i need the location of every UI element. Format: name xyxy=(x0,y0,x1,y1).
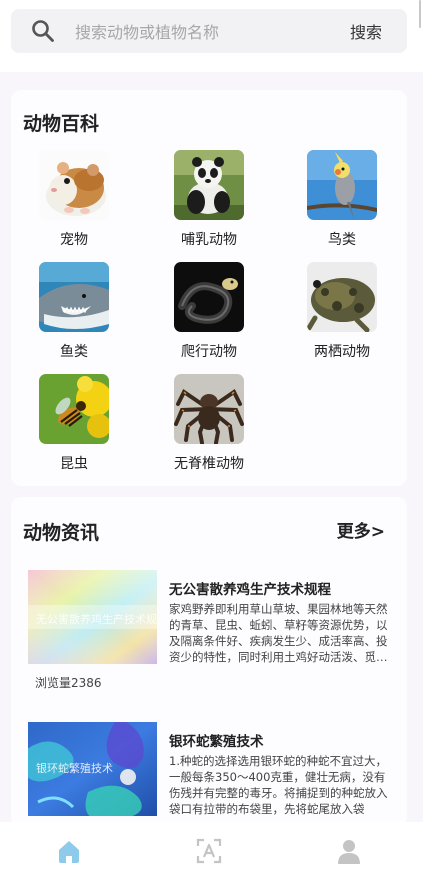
category-label: 鸟类 xyxy=(328,232,356,248)
news-item[interactable]: 银环蛇繁殖技术 银环蛇繁殖技术 1.种蛇的选择选用银环蛇的种蛇不宜过大，一般每条… xyxy=(28,722,398,827)
search-button[interactable]: 搜索 xyxy=(350,19,382,43)
toad-photo xyxy=(307,262,377,332)
animal-encyclopedia-card: 动物百科 宠物 哺乳动物 鸟类 鱼类 爬行动物 两栖动物 昆虫 无脊椎动物 xyxy=(11,90,407,486)
section-title: 动物资讯 xyxy=(23,522,100,544)
cockatiel-photo xyxy=(307,150,377,220)
news-thumbnail: 银环蛇繁殖技术 xyxy=(28,722,157,816)
news-title: 银环蛇繁殖技术 xyxy=(169,734,264,750)
news-view-count: 浏览量2386 xyxy=(35,676,102,690)
category-reptiles[interactable]: 爬行动物 xyxy=(154,262,264,361)
category-pets[interactable]: 宠物 xyxy=(19,150,129,249)
home-icon xyxy=(56,838,82,864)
news-item[interactable]: 无公害散养鸡生产技术规程 浏览量2386 无公害散养鸡生产技术规程 家鸡野养即利… xyxy=(28,570,398,692)
animal-news-card: 动物资讯 更多> 无公害散养鸡生产技术规程 浏览量2386 无公害散养鸡生产技术… xyxy=(11,497,407,827)
shark-photo xyxy=(39,262,109,332)
news-thumbnail-caption: 无公害散养鸡生产技术规程 xyxy=(36,613,157,626)
category-label: 无脊椎动物 xyxy=(174,456,244,472)
category-label: 鱼类 xyxy=(60,344,88,360)
tab-home[interactable] xyxy=(56,838,82,864)
hamster-photo xyxy=(39,150,109,220)
tarantula-photo xyxy=(174,374,244,444)
scroll-indicator xyxy=(419,0,421,28)
category-fish[interactable]: 鱼类 xyxy=(19,262,129,361)
category-label: 哺乳动物 xyxy=(181,232,237,248)
category-label: 爬行动物 xyxy=(181,344,237,360)
bottom-tab-bar xyxy=(0,822,423,870)
scan-icon xyxy=(196,838,222,864)
category-invertebrates[interactable]: 无脊椎动物 xyxy=(154,374,264,473)
tab-scan[interactable] xyxy=(196,838,222,864)
search-input[interactable]: 搜索动物或植物名称 xyxy=(75,19,350,43)
bee-photo xyxy=(39,374,109,444)
category-label: 昆虫 xyxy=(60,456,88,472)
category-label: 宠物 xyxy=(60,232,88,248)
section-title: 动物百科 xyxy=(23,113,100,135)
category-amphibians[interactable]: 两栖动物 xyxy=(287,262,397,361)
category-mammals[interactable]: 哺乳动物 xyxy=(154,150,264,249)
user-icon xyxy=(336,838,362,864)
news-excerpt: 1.种蛇的选择选用银环蛇的种蛇不宜过大，一般每条350～400克重，健壮无病，没… xyxy=(169,754,388,816)
top-area: 搜索动物或植物名称 搜索 xyxy=(0,0,423,72)
snake-photo xyxy=(174,262,244,332)
panda-photo xyxy=(174,150,244,220)
news-thumbnail-caption: 银环蛇繁殖技术 xyxy=(36,762,113,775)
news-title: 无公害散养鸡生产技术规程 xyxy=(169,582,331,598)
tab-profile[interactable] xyxy=(336,838,362,864)
category-birds[interactable]: 鸟类 xyxy=(287,150,397,249)
category-label: 两栖动物 xyxy=(314,344,370,360)
more-link[interactable]: 更多> xyxy=(337,517,385,542)
search-icon xyxy=(30,18,56,44)
news-excerpt: 家鸡野养即利用草山草坡、果园林地等天然的青草、昆虫、蚯蚓、草籽等资源优势，以及隔… xyxy=(169,602,388,664)
search-bar[interactable]: 搜索动物或植物名称 搜索 xyxy=(11,9,407,53)
category-insects[interactable]: 昆虫 xyxy=(19,374,129,473)
news-thumbnail: 无公害散养鸡生产技术规程 xyxy=(28,570,157,664)
